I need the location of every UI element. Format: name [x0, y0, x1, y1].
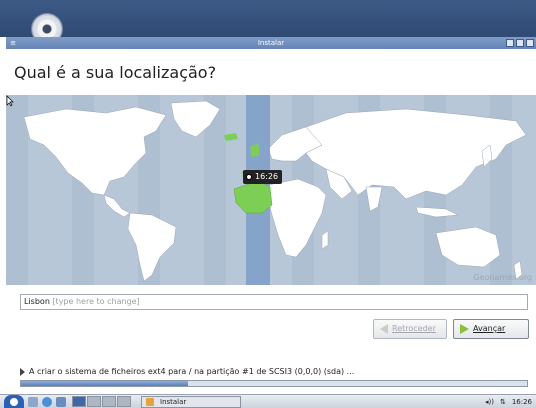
close-button[interactable]	[526, 39, 534, 47]
taskbar-task-instalar[interactable]: Instalar	[141, 395, 241, 408]
forward-button[interactable]: Avançar	[453, 319, 529, 339]
taskbar: Instalar ◂)) ⇅ 16:26	[0, 394, 536, 408]
status-text: A criar o sistema de ficheiros ext4 para…	[29, 367, 355, 376]
installer-window: ≡ Instalar Qual é a sua localização? 16:…	[6, 37, 536, 394]
workspace-3[interactable]	[102, 396, 116, 407]
location-pin-icon	[246, 174, 252, 180]
timezone-map[interactable]: 16:26 Geonames.org	[6, 95, 536, 285]
world-map	[6, 95, 527, 285]
timezone-tooltip: 16:26	[243, 170, 283, 184]
minimize-button[interactable]	[506, 39, 514, 47]
file-manager-icon[interactable]	[28, 396, 38, 407]
location-value: Lisbon	[24, 297, 50, 306]
map-credit: Geonames.org	[473, 273, 532, 282]
expander-triangle-icon[interactable]	[20, 367, 25, 376]
desktop-background	[0, 0, 536, 44]
network-icon[interactable]: ⇅	[500, 398, 506, 406]
arrow-left-icon	[380, 324, 388, 334]
back-button[interactable]: Retroceder	[373, 319, 447, 339]
start-menu-icon[interactable]	[4, 394, 24, 408]
location-input[interactable]: Lisbon [type here to change]	[20, 294, 528, 310]
arrow-right-icon	[460, 324, 469, 334]
clock[interactable]: 16:26	[512, 398, 532, 406]
install-progress-fill	[21, 381, 188, 386]
maximize-button[interactable]	[516, 39, 524, 47]
title-bar[interactable]: ≡ Instalar	[6, 37, 536, 49]
workspace-4[interactable]	[117, 396, 131, 407]
window-controls	[506, 39, 534, 47]
window-menu-icon[interactable]: ≡	[9, 39, 17, 47]
back-button-label: Retroceder	[392, 324, 436, 333]
location-hint: [type here to change]	[52, 297, 140, 306]
forward-button-label: Avançar	[473, 324, 506, 333]
install-status[interactable]: A criar o sistema de ficheiros ext4 para…	[20, 367, 354, 376]
browser-icon[interactable]	[42, 396, 52, 407]
terminal-icon[interactable]	[56, 396, 66, 407]
install-progress-bar	[20, 380, 528, 387]
page-title: Qual é a sua localização?	[14, 63, 217, 82]
volume-icon[interactable]: ◂))	[485, 398, 494, 406]
workspace-2[interactable]	[87, 396, 101, 407]
mouse-pointer-icon	[6, 95, 14, 107]
workspace-1[interactable]	[72, 396, 86, 407]
window-title: Instalar	[257, 39, 285, 47]
system-tray: ◂)) ⇅ 16:26	[485, 398, 532, 406]
timezone-time: 16:26	[255, 172, 279, 181]
